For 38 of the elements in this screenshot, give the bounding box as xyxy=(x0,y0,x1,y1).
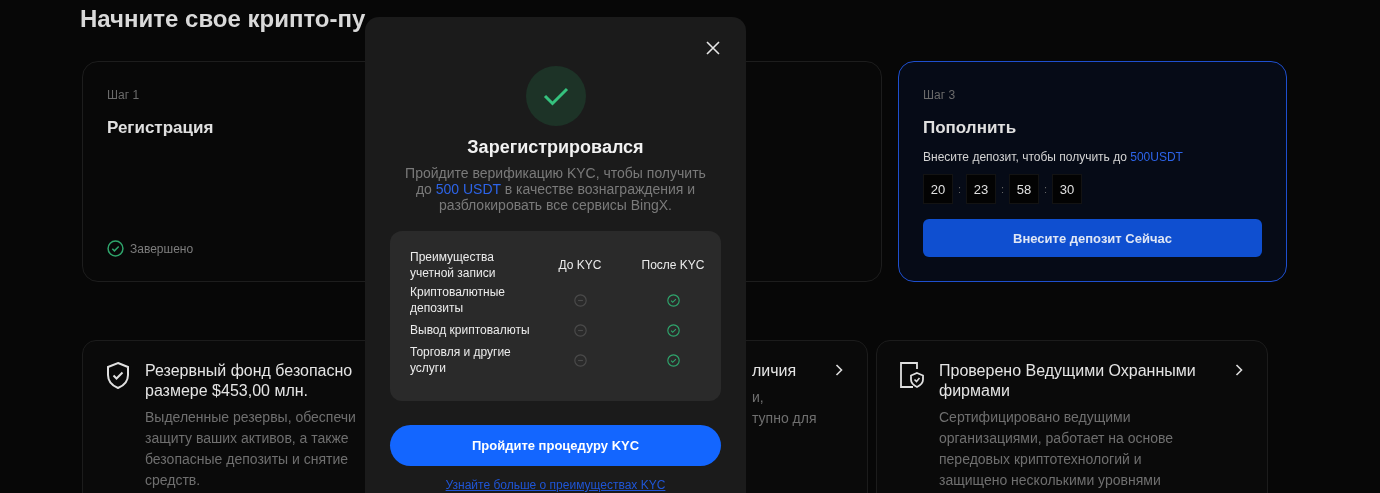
feature-description: Сертифицировано ведущими организациями, работает на основе передовых криптотехнологий и защищено несколькими уровнями xyxy=(939,408,1175,490)
timer-digit: 30 xyxy=(1052,174,1082,204)
chevron-right-icon[interactable] xyxy=(835,364,843,376)
column-header: До KYC xyxy=(557,257,603,273)
shield-check-icon xyxy=(105,361,131,391)
step-label: Шаг 1 xyxy=(107,88,141,102)
column-header: После KYC xyxy=(640,257,706,273)
step-title: Пополнить xyxy=(923,118,1018,138)
timer-separator: : xyxy=(1042,183,1049,195)
column-header: Преимущества учетной записи xyxy=(410,249,497,281)
timer-digit: 20 xyxy=(923,174,953,204)
step-title: Регистрация xyxy=(107,118,215,138)
chevron-right-icon[interactable] xyxy=(1235,364,1243,376)
kyc-button[interactable]: Пройдите процедуру KYC xyxy=(390,425,721,466)
check-circle-icon xyxy=(107,240,124,257)
feature-title: Проверено Ведущими Охранными фирмами xyxy=(939,361,1196,401)
close-icon[interactable] xyxy=(704,39,722,57)
dialog-title: Зарегистрировался xyxy=(467,137,644,158)
table-cell-text: Криптовалютные депозиты xyxy=(410,284,506,317)
document-shield-icon xyxy=(899,361,925,389)
deposit-button[interactable]: Внесите депозит Сейчас xyxy=(923,219,1262,257)
timer-digit: 58 xyxy=(1009,174,1039,204)
table-cell-text: Вывод криптовалюты xyxy=(410,322,531,339)
feature-title: личия xyxy=(752,361,798,381)
table-cell-text: Торговля и другие услуги xyxy=(410,344,512,377)
feature-description: и, тупно для xyxy=(752,388,817,428)
check-icon xyxy=(542,86,569,106)
page-heading: Начните свое крипто-пу xyxy=(80,4,367,34)
learn-more-link[interactable]: Узнайте больше о преимуществах KYC xyxy=(445,478,666,492)
timer-separator: : xyxy=(956,183,963,195)
timer-separator: : xyxy=(999,183,1006,195)
dialog-description: Пройдите верификацию KYC, чтобы получить до 500 USDT в качестве вознаграждения и разблокировать все сервисы BingX. xyxy=(404,165,707,213)
step-description: Внесите депозит, чтобы получить до 500USDT xyxy=(923,150,1184,164)
timer-digit: 23 xyxy=(966,174,996,204)
feature-description: Выделенные резервы, обеспечи защиту ваших активов, а также безопасные депозиты и снятие средств. xyxy=(145,408,356,490)
step-label: Шаг 3 xyxy=(923,88,957,102)
status-text: Завершено xyxy=(130,241,194,256)
feature-title: Резервный фонд безопасно размере $453,00 млн. xyxy=(145,361,354,401)
